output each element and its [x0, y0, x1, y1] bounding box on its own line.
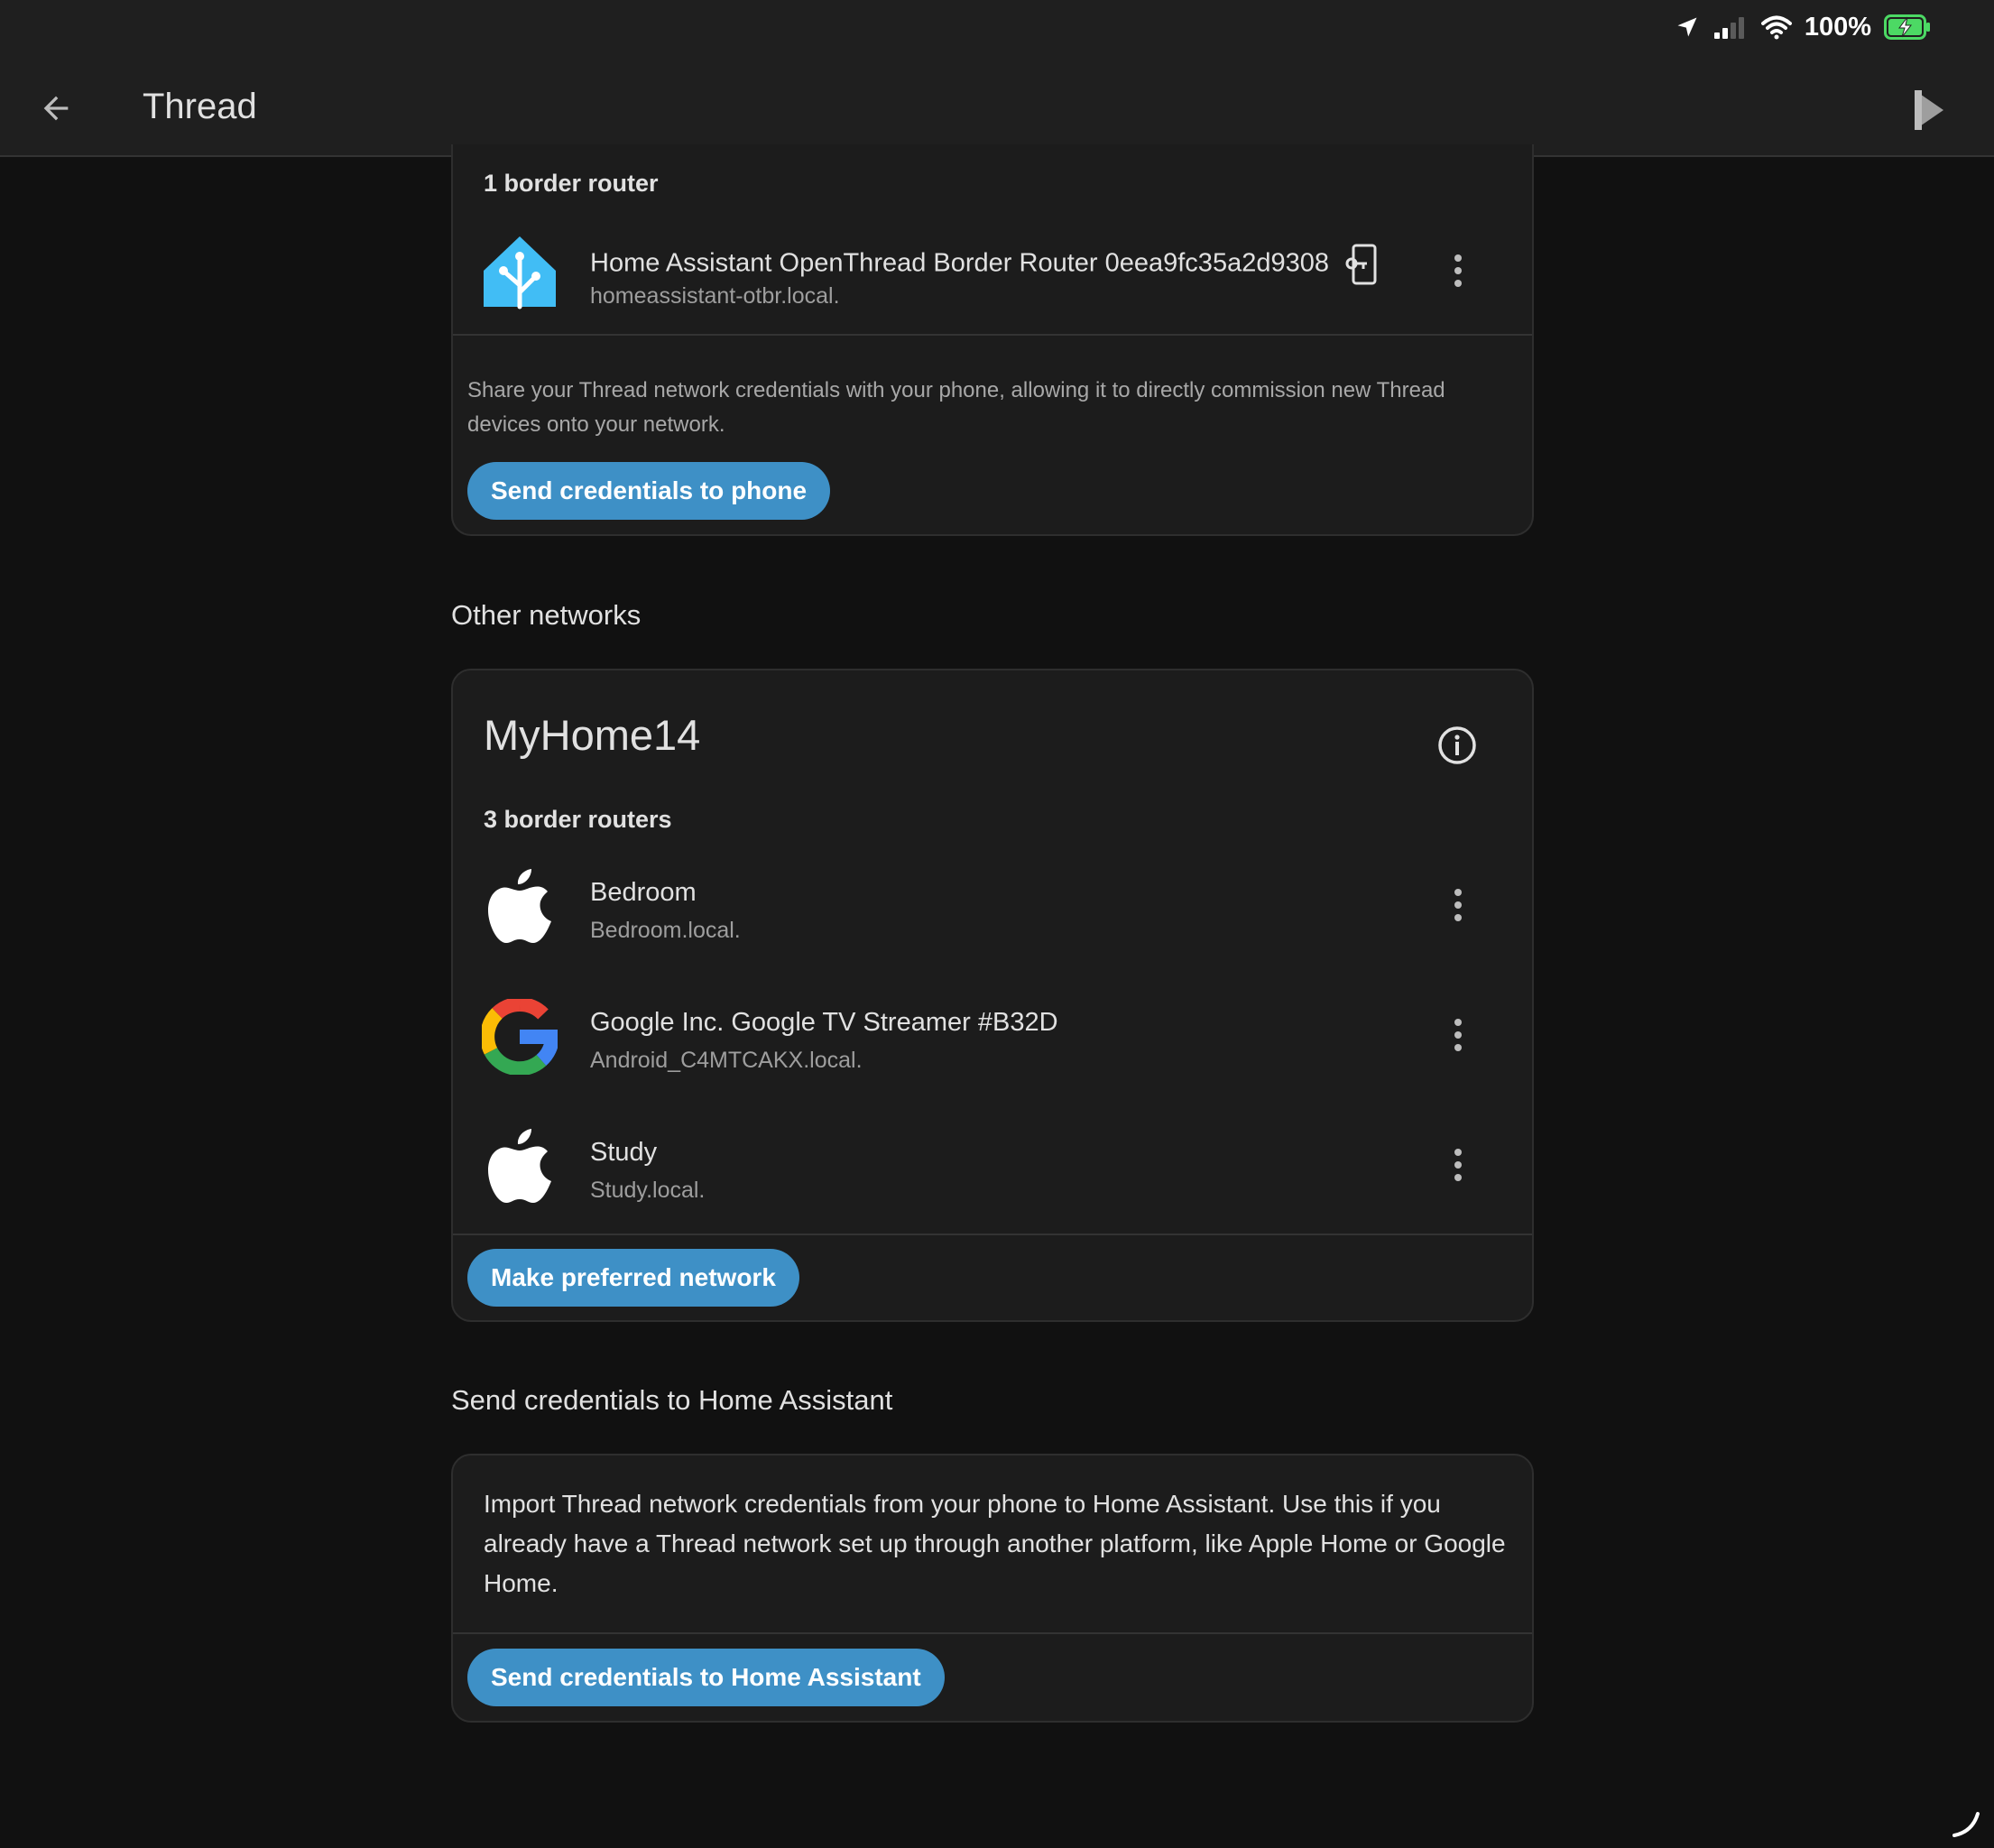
router-hostname: Study.local.	[590, 1178, 706, 1203]
router-name: Home Assistant OpenThread Border Router …	[590, 244, 1378, 285]
apple-icon	[482, 869, 558, 945]
wifi-icon	[1760, 15, 1792, 40]
router-hostname: Android_C4MTCAKX.local.	[590, 1048, 863, 1073]
battery-charging-icon	[1884, 14, 1930, 40]
more-vert-icon	[1454, 1149, 1462, 1156]
back-button[interactable]	[34, 87, 78, 130]
arrow-back-icon	[43, 96, 69, 121]
import-description: Import Thread network credentials from y…	[484, 1490, 1506, 1597]
battery-percent: 100%	[1804, 12, 1871, 42]
router-name: Study	[590, 1138, 658, 1167]
resize-handle-icon	[1952, 1812, 1980, 1837]
send-credentials-heading: Send credentials to Home Assistant	[451, 1384, 893, 1416]
router-row: Study Study.local.	[453, 1102, 1532, 1228]
divider	[453, 1234, 1532, 1235]
network-name: MyHome14	[484, 711, 701, 759]
app-bar: Thread	[0, 54, 1994, 157]
more-vert-icon	[1454, 254, 1462, 262]
router-menu-button[interactable]	[1438, 251, 1478, 291]
router-row: Home Assistant OpenThread Border Router …	[453, 208, 1532, 334]
other-networks-heading: Other networks	[451, 599, 642, 631]
home-assistant-icon	[482, 235, 558, 310]
router-menu-button[interactable]	[1438, 1015, 1478, 1055]
router-hostname: Bedroom.local.	[590, 918, 741, 943]
share-description: Share your Thread network credentials wi…	[467, 378, 1445, 437]
network-info-button[interactable]	[1436, 725, 1478, 766]
router-menu-button[interactable]	[1438, 1145, 1478, 1185]
cellular-signal-icon	[1713, 17, 1744, 39]
router-hostname: homeassistant-otbr.local.	[590, 283, 840, 309]
preferred-network-card: 1 border router Home Assistant OpenThrea…	[451, 144, 1534, 536]
assist-button[interactable]	[1907, 87, 1951, 134]
send-credentials-to-phone-button[interactable]: Send credentials to phone	[467, 462, 831, 520]
apple-icon	[482, 1129, 558, 1205]
assist-icon	[1915, 90, 1943, 130]
more-vert-icon	[1454, 889, 1462, 896]
page-title: Thread	[143, 87, 257, 126]
make-preferred-network-button[interactable]: Make preferred network	[467, 1249, 799, 1307]
location-arrow-icon	[1677, 17, 1697, 37]
network-card: MyHome14 3 border routers Bedroom Bedroo…	[451, 669, 1534, 1322]
router-row: Google Inc. Google TV Streamer #B32D And…	[453, 972, 1532, 1098]
router-name: Bedroom	[590, 878, 697, 907]
router-row: Bedroom Bedroom.local.	[453, 842, 1532, 968]
info-icon	[1438, 726, 1476, 764]
divider	[453, 334, 1532, 336]
status-indicators: 100%	[1675, 11, 1931, 43]
router-name: Google Inc. Google TV Streamer #B32D	[590, 1008, 1058, 1037]
divider	[453, 1632, 1532, 1634]
border-router-count: 1 border router	[484, 170, 659, 197]
send-credentials-to-home-assistant-button[interactable]: Send credentials to Home Assistant	[467, 1649, 945, 1706]
google-icon	[482, 999, 558, 1075]
import-credentials-card: Import Thread network credentials from y…	[451, 1454, 1534, 1723]
phone-key-icon	[1345, 244, 1377, 285]
status-bar: 100%	[0, 0, 1994, 54]
more-vert-icon	[1454, 1019, 1462, 1026]
border-router-count: 3 border routers	[484, 806, 672, 833]
router-menu-button[interactable]	[1438, 885, 1478, 925]
